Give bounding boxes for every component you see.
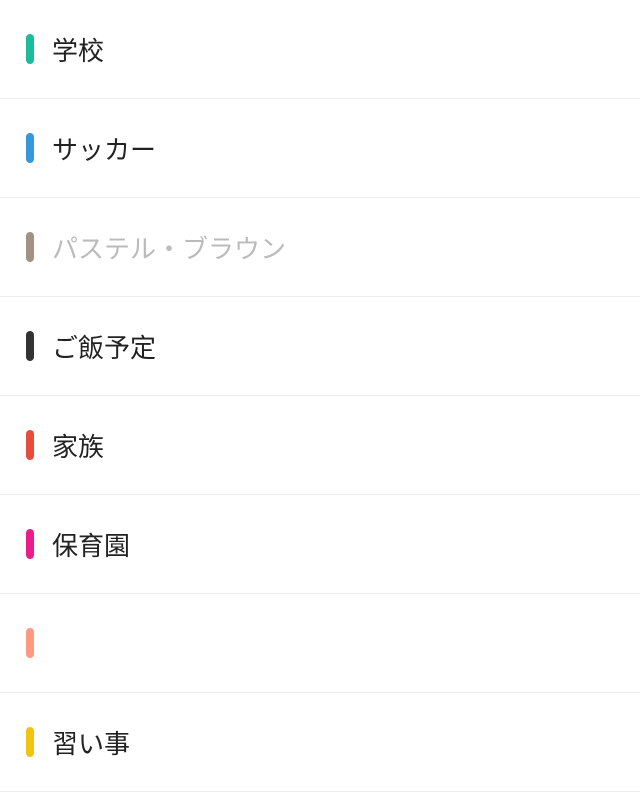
- calendar-label: 保育園: [52, 526, 130, 563]
- list-item[interactable]: 習い事: [0, 693, 640, 792]
- list-item[interactable]: [0, 594, 640, 693]
- calendar-label: 家族: [52, 427, 104, 464]
- list-item[interactable]: サッカー: [0, 99, 640, 198]
- list-item[interactable]: 学校: [0, 0, 640, 99]
- list-item[interactable]: 家族: [0, 396, 640, 495]
- list-item[interactable]: パステル・ブラウン: [0, 198, 640, 297]
- calendar-label: 習い事: [52, 724, 130, 761]
- color-indicator-icon: [26, 331, 34, 361]
- color-indicator-icon: [26, 529, 34, 559]
- calendar-label: パステル・ブラウン: [52, 229, 286, 266]
- calendar-label: ご飯予定: [52, 328, 156, 365]
- color-indicator-icon: [26, 628, 34, 658]
- calendar-label: 学校: [52, 31, 104, 68]
- calendar-list: 学校 サッカー パステル・ブラウン ご飯予定 家族 保育園 習い事: [0, 0, 640, 792]
- color-indicator-icon: [26, 232, 34, 262]
- list-item[interactable]: 保育園: [0, 495, 640, 594]
- color-indicator-icon: [26, 727, 34, 757]
- color-indicator-icon: [26, 430, 34, 460]
- list-item[interactable]: ご飯予定: [0, 297, 640, 396]
- color-indicator-icon: [26, 34, 34, 64]
- calendar-label: サッカー: [52, 130, 156, 167]
- color-indicator-icon: [26, 133, 34, 163]
